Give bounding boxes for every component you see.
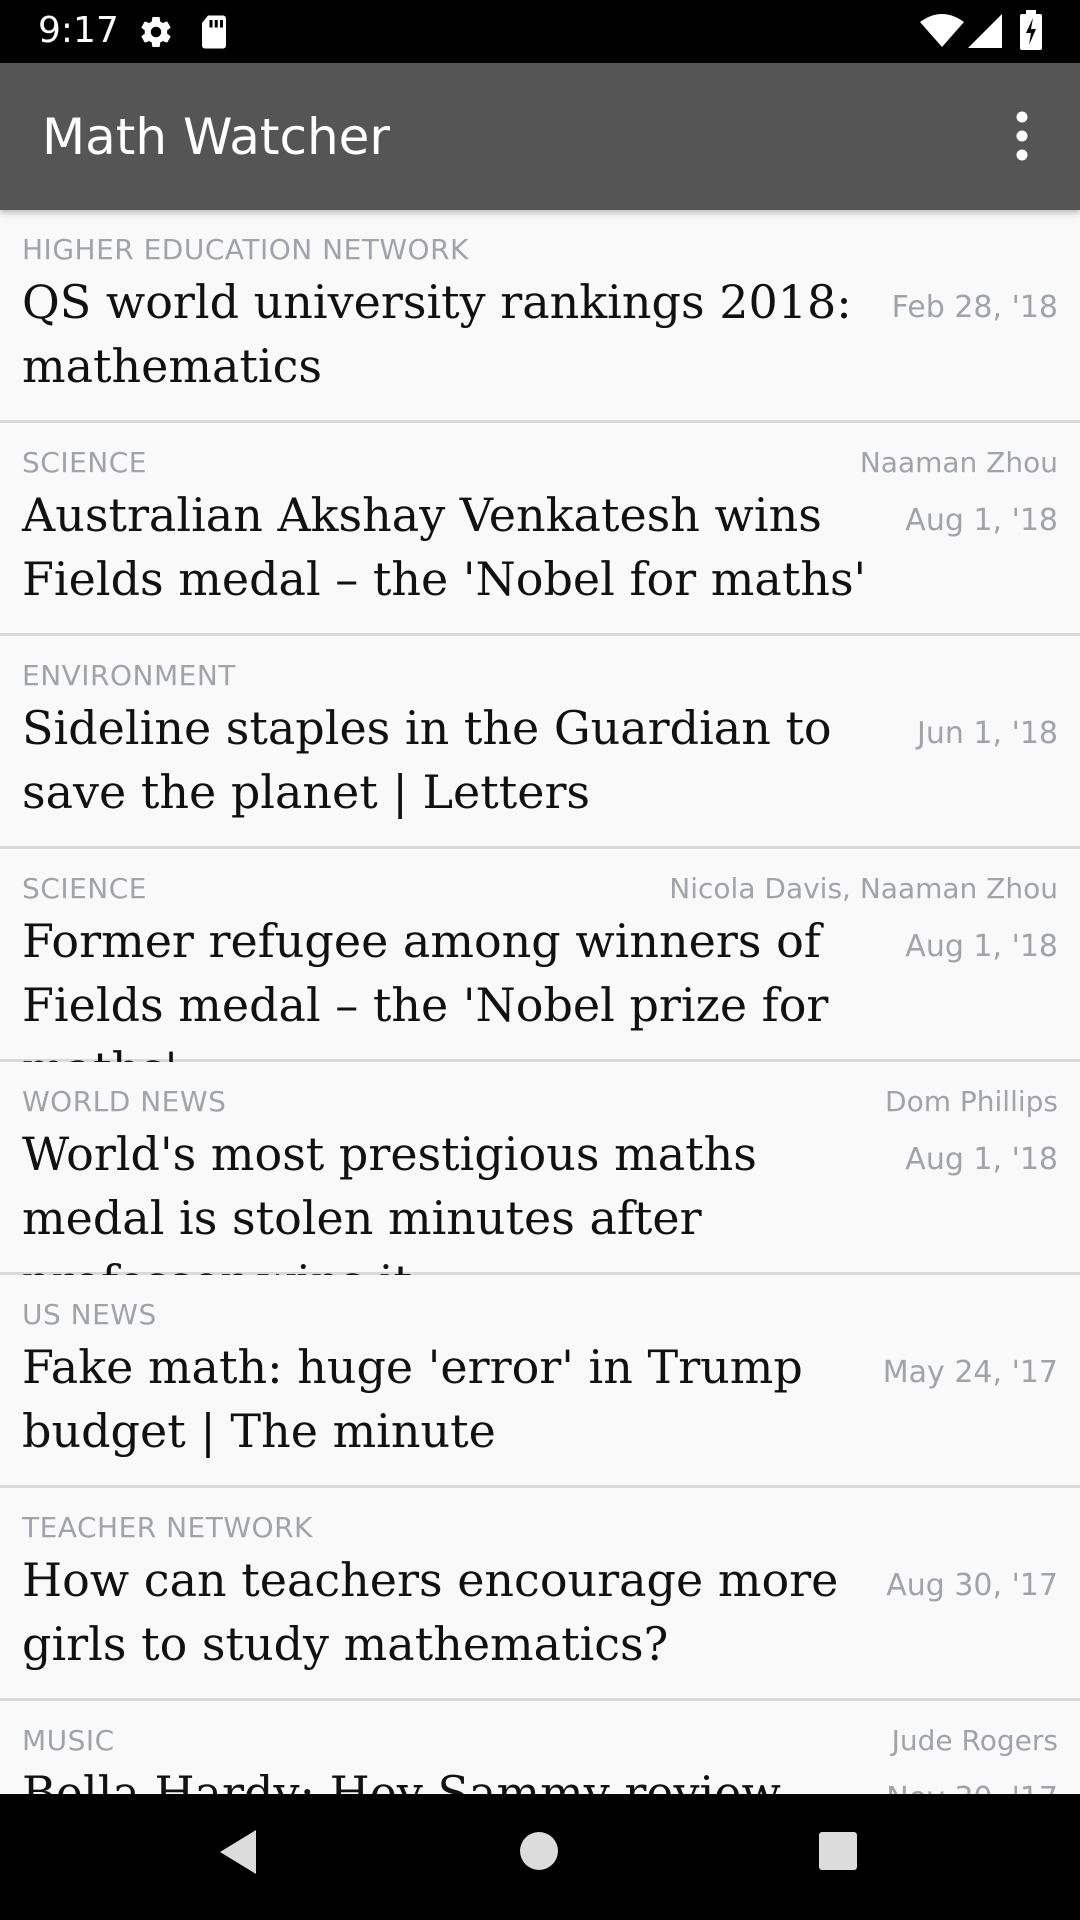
- article-item[interactable]: MUSIC Jude Rogers Bella Hardy: Hey Sammy…: [0, 1701, 1080, 1794]
- article-headline: QS world university rankings 2018: mathe…: [22, 275, 852, 393]
- article-section: ENVIRONMENT: [22, 659, 236, 692]
- article-item[interactable]: US NEWS Fake math: huge 'error' in Trump…: [0, 1275, 1080, 1488]
- back-icon[interactable]: [216, 1828, 260, 1876]
- article-author: Dom Phillips: [885, 1085, 1058, 1118]
- article-author: Nicola Davis, Naaman Zhou: [669, 872, 1058, 905]
- article-section: SCIENCE: [22, 872, 147, 905]
- home-icon[interactable]: [518, 1830, 560, 1872]
- article-author: Naaman Zhou: [859, 446, 1058, 479]
- article-date: Aug 1, '18: [905, 1142, 1058, 1177]
- article-date: Aug 1, '18: [905, 929, 1058, 964]
- article-section: TEACHER NETWORK: [22, 1511, 313, 1544]
- more-vert-icon[interactable]: [1000, 103, 1044, 169]
- article-section: HIGHER EDUCATION NETWORK: [22, 233, 469, 266]
- article-section: MUSIC: [22, 1724, 115, 1757]
- article-item[interactable]: SCIENCE Naaman Zhou Australian Akshay Ve…: [0, 423, 1080, 636]
- article-date: Jun 1, '18: [917, 716, 1058, 751]
- article-date: Nov 30, '17: [886, 1781, 1058, 1794]
- article-headline: Bella Hardy: Hey Sammy review – indie: [22, 1766, 819, 1794]
- article-section: US NEWS: [22, 1298, 157, 1331]
- article-section: SCIENCE: [22, 446, 147, 479]
- status-bar: 9:17: [0, 0, 1080, 63]
- article-date: Aug 30, '17: [886, 1568, 1058, 1603]
- article-item[interactable]: WORLD NEWS Dom Phillips World's most pre…: [0, 1062, 1080, 1309]
- sd-card-icon: [202, 15, 226, 49]
- navigation-bar: [0, 1794, 1080, 1920]
- article-item[interactable]: TEACHER NETWORK How can teachers encoura…: [0, 1488, 1080, 1701]
- article-author: Jude Rogers: [891, 1724, 1058, 1757]
- article-date: May 24, '17: [882, 1355, 1058, 1390]
- article-headline: How can teachers encourage more girls to…: [22, 1553, 839, 1671]
- app-title: Math Watcher: [42, 108, 390, 166]
- article-headline: Sideline staples in the Guardian to save…: [22, 701, 832, 819]
- article-headline: Australian Akshay Venkatesh wins Fields …: [22, 488, 867, 606]
- article-item[interactable]: ENVIRONMENT Sideline staples in the Guar…: [0, 636, 1080, 849]
- signal-icon: [968, 14, 1002, 48]
- wifi-icon: [920, 14, 964, 47]
- app-bar: Math Watcher: [0, 63, 1080, 210]
- article-list[interactable]: HIGHER EDUCATION NETWORK QS world univer…: [0, 210, 1080, 1794]
- battery-icon: [1020, 10, 1042, 50]
- article-date: Feb 28, '18: [891, 290, 1058, 325]
- article-item[interactable]: HIGHER EDUCATION NETWORK QS world univer…: [0, 210, 1080, 423]
- article-headline: Fake math: huge 'error' in Trump budget …: [22, 1340, 803, 1458]
- article-date: Aug 1, '18: [905, 503, 1058, 538]
- article-section: WORLD NEWS: [22, 1085, 227, 1118]
- status-time: 9:17: [38, 10, 119, 51]
- article-item[interactable]: SCIENCE Nicola Davis, Naaman Zhou Former…: [0, 849, 1080, 1096]
- settings-icon: [141, 17, 171, 48]
- recents-icon[interactable]: [817, 1830, 859, 1872]
